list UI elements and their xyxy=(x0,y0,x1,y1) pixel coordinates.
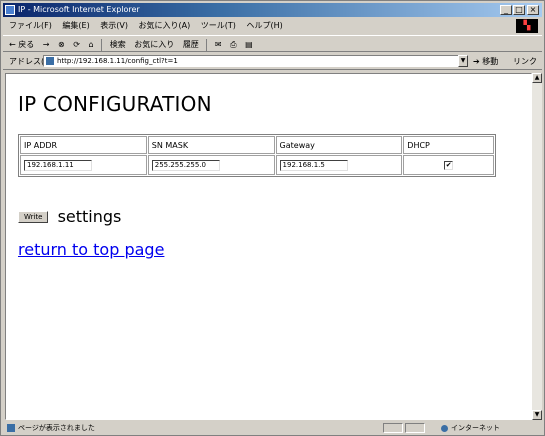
status-bar: ページが表示されました インターネット xyxy=(3,422,542,434)
toolbar-separator xyxy=(101,38,103,51)
cell-ip-addr xyxy=(20,155,147,175)
title-bar: IP - Microsoft Internet Explorer _ □ × xyxy=(3,3,542,17)
address-bar: アドレス(D) http://192.168.1.11/config_ctl?t… xyxy=(3,53,542,83)
go-button[interactable]: ➔ 移動 xyxy=(473,53,498,70)
menu-view[interactable]: 表示(V) xyxy=(96,18,132,34)
address-input[interactable]: http://192.168.1.11/config_ctl?t=1 xyxy=(43,55,463,67)
menu-file[interactable]: ファイル(F) xyxy=(3,18,56,34)
search-button[interactable]: 検索 xyxy=(107,36,129,53)
cell-gateway xyxy=(275,155,403,175)
header-dhcp: DHCP xyxy=(403,136,494,154)
refresh-icon[interactable]: ⟳ xyxy=(70,36,83,53)
browser-window: IP - Microsoft Internet Explorer _ □ × フ… xyxy=(0,0,545,436)
page-title: IP CONFIGURATION xyxy=(18,92,212,116)
ip-addr-input[interactable] xyxy=(24,159,92,171)
header-gateway: Gateway xyxy=(275,136,403,154)
back-button[interactable]: ← 戻る xyxy=(3,36,37,53)
menu-favorites[interactable]: お気に入り(A) xyxy=(135,18,195,34)
maximize-button[interactable]: □ xyxy=(513,5,525,15)
page-icon xyxy=(46,57,54,65)
dhcp-checkbox[interactable]: ✔ xyxy=(444,161,454,170)
table-header-row: IP ADDR SN MASK Gateway DHCP xyxy=(20,136,494,154)
security-zone: インターネット xyxy=(441,422,500,434)
history-button[interactable]: 履歴 xyxy=(180,36,202,53)
settings-label: settings xyxy=(57,207,122,226)
vertical-scrollbar[interactable]: ▲ ▼ xyxy=(532,73,542,420)
print-icon[interactable]: ⎙ xyxy=(227,36,239,53)
menu-bar: ファイル(F) 編集(E) 表示(V) お気に入り(A) ツール(T) ヘルプ(… xyxy=(3,18,542,34)
header-sn-mask: SN MASK xyxy=(147,136,275,154)
globe-icon xyxy=(441,424,448,432)
scroll-up-icon[interactable]: ▲ xyxy=(532,73,542,83)
home-icon[interactable]: ⌂ xyxy=(86,36,97,53)
menu-tools[interactable]: ツール(T) xyxy=(197,18,240,34)
write-settings-row: Write settings xyxy=(18,206,121,226)
cell-dhcp: ✔ xyxy=(403,155,494,175)
edit-icon[interactable]: ▤ xyxy=(242,36,256,53)
gateway-input[interactable] xyxy=(279,159,348,171)
chevron-down-icon[interactable]: ▼ xyxy=(458,55,468,67)
menu-edit[interactable]: 編集(E) xyxy=(58,18,93,34)
window-title: IP - Microsoft Internet Explorer xyxy=(18,5,140,14)
scroll-down-icon[interactable]: ▼ xyxy=(532,410,542,420)
return-to-top-link[interactable]: return to top page xyxy=(18,240,164,259)
status-pane xyxy=(383,423,403,433)
menu-help[interactable]: ヘルプ(H) xyxy=(242,18,286,34)
toolbar: ← 戻る → ⊗ ⟳ ⌂ 検索 お気に入り 履歴 ✉ ⎙ ▤ xyxy=(3,35,542,52)
minimize-button[interactable]: _ xyxy=(500,5,512,15)
sn-mask-input[interactable] xyxy=(151,159,220,171)
ip-config-table: IP ADDR SN MASK Gateway DHCP ✔ xyxy=(18,134,496,177)
page-loaded-icon xyxy=(7,424,15,432)
forward-button[interactable]: → xyxy=(40,36,53,53)
close-button[interactable]: × xyxy=(527,5,539,15)
ie-app-icon xyxy=(5,5,15,15)
table-row: ✔ xyxy=(20,155,494,175)
favorites-button[interactable]: お気に入り xyxy=(131,36,177,53)
page-content: IP CONFIGURATION IP ADDR SN MASK Gateway… xyxy=(5,73,532,420)
status-pane xyxy=(405,423,425,433)
status-text: ページが表示されました xyxy=(18,424,95,432)
write-button[interactable]: Write xyxy=(18,210,49,223)
windows-logo-icon: ▚ xyxy=(516,19,538,33)
stop-icon[interactable]: ⊗ xyxy=(55,36,68,53)
header-ip-addr: IP ADDR xyxy=(20,136,147,154)
address-url: http://192.168.1.11/config_ctl?t=1 xyxy=(57,57,178,65)
mail-icon[interactable]: ✉ xyxy=(212,36,225,53)
toolbar-separator xyxy=(206,38,208,51)
cell-sn-mask xyxy=(147,155,275,175)
